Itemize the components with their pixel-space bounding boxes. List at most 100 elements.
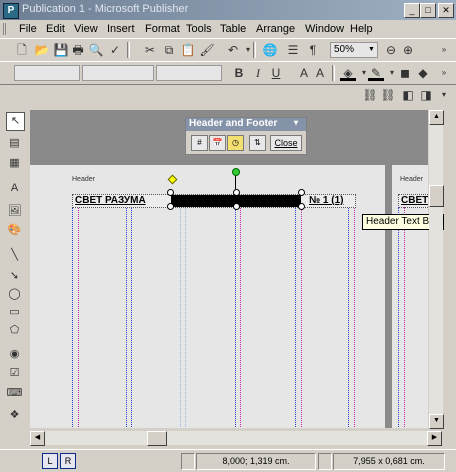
arrow-icon[interactable]: ➘ [6,268,23,285]
menu-table[interactable]: Table [220,23,246,35]
scroll-left-icon[interactable]: ◀ [30,431,45,446]
form-control-icon[interactable]: ☑ [6,365,23,382]
page-right-button[interactable]: R [60,453,76,469]
connect-frames-toolbar: ⛓ ⛓ ◧ ◨ ▾ [356,84,456,106]
resize-handle[interactable] [167,203,174,210]
oval-icon[interactable]: ◯ [6,286,23,303]
resize-handle[interactable] [233,203,240,210]
special-characters-icon[interactable]: ¶ [305,42,321,58]
rotation-handle[interactable] [232,168,240,176]
underline-icon[interactable]: U [268,65,284,81]
new-icon[interactable]: 🗋 [14,42,30,58]
insert-time-icon[interactable]: ◷ [227,135,244,151]
publication-page[interactable]: Header СВЕТ РАЗУМА № 1 (1) [30,165,385,428]
3d-style-icon[interactable]: ◆ [415,65,431,81]
increase-font-icon[interactable]: A [296,65,312,81]
header-text-box-page2[interactable]: СВЕТ [398,194,428,208]
zoom-out-icon[interactable]: ⊖ [383,42,399,58]
print-icon[interactable]: 🖶 [70,42,86,58]
picture-frame-icon[interactable]: 🖼 [6,203,23,220]
hot-spot-icon[interactable]: ◉ [6,346,23,363]
publisher-app-icon[interactable]: P [3,3,19,19]
insert-table-icon[interactable]: ▦ [6,155,23,172]
vertical-scroll-thumb[interactable] [429,185,444,207]
previous-frame-icon[interactable]: ◧ [400,87,416,103]
html-code-icon[interactable]: ⌨ [6,385,23,402]
fill-color-icon[interactable]: ◈ [340,65,356,81]
resize-handle[interactable] [233,189,240,196]
maximize-button[interactable]: □ [420,3,436,18]
insert-page-number-icon[interactable]: # [191,135,208,151]
scroll-up-icon[interactable]: ▲ [429,110,444,125]
toolbar-options-icon[interactable]: ▾ [294,118,298,127]
resize-handle[interactable] [167,189,174,196]
close-header-footer-button[interactable]: Close [270,135,302,151]
decrease-font-icon[interactable]: A [312,65,328,81]
scroll-down-icon[interactable]: ▼ [429,414,444,429]
wordart-icon[interactable]: A [6,180,23,197]
page-left-button[interactable]: L [42,453,58,469]
break-link-icon[interactable]: ⛓ [380,87,396,103]
horizontal-scrollbar[interactable]: ◀ ▶ [30,431,442,446]
menu-file[interactable]: File [19,23,37,35]
resize-handle[interactable] [298,189,305,196]
insert-date-icon[interactable]: 📅 [209,135,226,151]
bold-icon[interactable]: B [231,65,247,81]
cut-icon[interactable]: ✂ [142,42,158,58]
zoom-select[interactable]: 50% ▼ [330,42,378,58]
column-guide [301,195,302,428]
save-icon[interactable]: 💾 [53,42,69,58]
print-preview-icon[interactable]: 🔍 [88,42,104,58]
header-footer-toolbar-title[interactable]: Header and Footer ▾ [186,118,306,131]
italic-icon[interactable]: I [250,65,266,81]
horizontal-scroll-thumb[interactable] [147,431,167,446]
position-icon [181,453,195,470]
menu-bar: File Edit View Insert Format Tools Table… [0,20,456,38]
resize-handle[interactable] [298,203,305,210]
autoshapes-icon[interactable]: ⬠ [6,322,23,339]
adjustment-handle[interactable] [167,174,178,185]
vertical-scrollbar[interactable]: ▲ ▼ [429,110,444,429]
menu-window[interactable]: Window [305,23,344,35]
menu-help[interactable]: Help [350,23,373,35]
zoom-in-icon[interactable]: ⊕ [400,42,416,58]
create-link-icon[interactable]: ⛓ [362,87,378,103]
copy-icon[interactable]: ⧉ [161,42,177,58]
font-select[interactable] [82,65,154,81]
text-box-icon[interactable]: ▤ [6,135,23,152]
line-color-icon[interactable]: ✎ [368,65,384,81]
toolbar-options-icon[interactable]: ▾ [436,87,452,103]
next-frame-icon[interactable]: ◨ [418,87,434,103]
toolbar-options-icon[interactable]: » [436,65,452,81]
format-painter-icon[interactable]: 🖌 [199,42,215,58]
paste-icon[interactable]: 📋 [180,42,196,58]
shadow-icon[interactable]: ◼ [397,65,413,81]
header-text-box[interactable]: СВЕТ РАЗУМА № 1 (1) [72,194,356,208]
columns-icon[interactable]: ☰ [285,42,301,58]
menu-tools[interactable]: Tools [186,23,212,35]
open-icon[interactable]: 📂 [34,42,50,58]
minimize-button[interactable]: _ [404,3,420,18]
standard-toolbar: 🗋 📂 💾 🖶 🔍 ✓ ✂ ⧉ 📋 🖌 ↶ ▾ 🌐 ☰ ¶ 50% ▼ ⊖ ⊕ … [0,38,456,62]
font-size-select[interactable] [156,65,222,81]
line-icon[interactable]: ╲ [6,247,23,264]
clip-art-icon[interactable]: 🎨 [6,222,23,239]
menu-format[interactable]: Format [145,23,180,35]
design-gallery-icon[interactable]: ❖ [6,407,23,424]
spelling-icon[interactable]: ✓ [107,42,123,58]
show-header-footer-icon[interactable]: ⇅ [249,135,266,151]
scroll-right-icon[interactable]: ▶ [427,431,442,446]
menu-view[interactable]: View [74,23,98,35]
facing-page[interactable]: Header СВЕТ [392,165,428,428]
insert-hyperlink-icon[interactable]: 🌐 [262,42,278,58]
workspace-canvas[interactable]: Header СВЕТ РАЗУМА № 1 (1) Header СВЕТ [30,110,428,428]
rectangle-icon[interactable]: ▭ [6,304,23,321]
style-select[interactable] [14,65,80,81]
toolbar-options-icon[interactable]: » [436,42,452,58]
undo-icon[interactable]: ↶ [225,42,241,58]
select-objects-icon[interactable]: ↖ [6,112,25,131]
menu-insert[interactable]: Insert [107,23,135,35]
close-button[interactable]: ✕ [438,3,454,18]
menu-edit[interactable]: Edit [46,23,65,35]
menu-arrange[interactable]: Arrange [256,23,295,35]
